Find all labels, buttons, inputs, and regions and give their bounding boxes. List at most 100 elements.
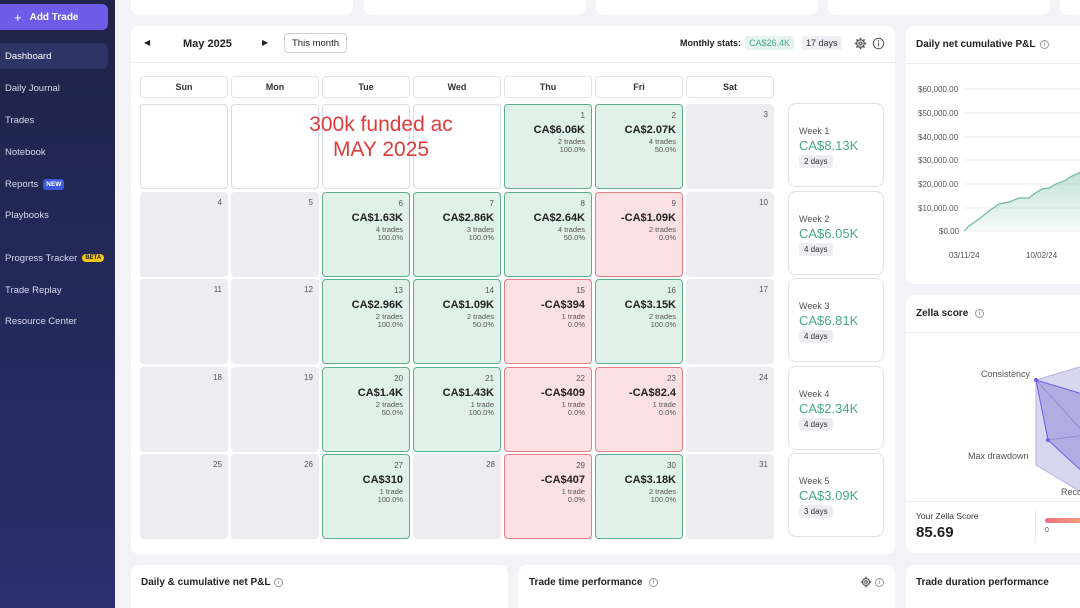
week-summary-card[interactable]: Week 3 CA$6.81K 4 days	[788, 278, 884, 362]
calendar-day-cell[interactable]: 15 -CA$394 1 trade 0.0%	[504, 279, 592, 364]
day-number: 31	[759, 460, 768, 469]
calendar-day-cell[interactable]: 18	[140, 366, 228, 452]
calendar-day-cell[interactable]: 9 -CA$1.09K 2 trades 0.0%	[595, 191, 683, 277]
day-win-rate: 100.0%	[377, 320, 403, 329]
calendar-day-cell[interactable]: 25	[140, 454, 228, 539]
day-win-rate: 0.0%	[658, 232, 676, 242]
sidebar-item-progress-tracker[interactable]: Progress Tracker BETA	[0, 245, 108, 271]
calendar-day-cell[interactable]: 31	[686, 454, 774, 539]
calendar-day-cell[interactable]: 1 CA$6.06K 2 trades 100.0%	[504, 104, 592, 189]
calendar-day-cell[interactable]: 26	[231, 454, 319, 539]
trade-duration-performance-panel: Trade duration performance	[906, 565, 1080, 608]
gear-icon[interactable]	[854, 37, 867, 50]
calendar-day-cell[interactable]: 14 CA$1.09K 2 trades 50.0%	[413, 279, 501, 364]
calendar-day-cell[interactable]: 11	[140, 279, 228, 364]
day-win-rate: 100.0%	[377, 232, 403, 242]
sidebar-item-dashboard[interactable]: Dashboard	[0, 43, 108, 69]
calendar-day-cell[interactable]: 13 CA$2.96K 2 trades 100.0%	[322, 279, 410, 364]
day-number: 12	[304, 285, 313, 294]
calendar-day-cell[interactable]: 22 -CA$409 1 trade 0.0%	[504, 366, 592, 452]
sidebar-item-trades[interactable]: Trades	[0, 107, 108, 133]
new-badge: NEW	[43, 178, 65, 190]
sidebar-item-resource-center[interactable]: Resource Center	[0, 308, 108, 334]
info-icon[interactable]	[872, 37, 885, 50]
info-icon[interactable]: i	[1040, 40, 1049, 49]
calendar-day-cell[interactable]: 19	[231, 366, 319, 452]
week-summary-card[interactable]: Week 1 CA$8.13K 2 days	[788, 103, 884, 187]
add-trade-button[interactable]: + Add Trade	[0, 4, 108, 30]
sidebar-item-notebook[interactable]: Notebook	[0, 139, 108, 165]
week-pnl: CA$8.13K	[799, 138, 859, 153]
calendar-day-cell[interactable]: 29 -CA$407 1 trade 0.0%	[504, 454, 592, 539]
day-number: 18	[213, 372, 222, 382]
next-month-icon[interactable]: ▶	[262, 38, 268, 47]
day-win-rate: 0.0%	[658, 407, 676, 417]
day-number: 25	[213, 460, 222, 469]
week-summary-card[interactable]: Week 5 CA$3.09K 3 days	[788, 453, 884, 537]
monthly-stats-days: 17 days	[802, 36, 842, 50]
day-pnl: CA$2.64K	[533, 211, 585, 224]
trade-time-performance-panel: Trade time performance i i	[518, 565, 895, 608]
calendar-day-cell[interactable]: 23 -CA$82.4 1 trade 0.0%	[595, 366, 683, 452]
calendar-day-cell[interactable]: 20 CA$1.4K 2 trades 50.0%	[322, 366, 410, 452]
week-pnl: CA$2.34K	[799, 400, 859, 416]
prev-month-icon[interactable]: ◀	[144, 38, 150, 47]
stat-card	[131, 0, 353, 15]
week-summary-card[interactable]: Week 4 CA$2.34K 4 days	[788, 365, 884, 450]
day-number: 2	[671, 111, 676, 120]
calendar-day-cell[interactable]: 8 CA$2.64K 4 trades 50.0%	[504, 191, 592, 277]
weekday-header: Sat	[686, 76, 774, 98]
weekday-header: Thu	[504, 76, 592, 98]
calendar-day-cell[interactable]: 30 CA$3.18K 2 trades 100.0%	[595, 454, 683, 539]
week-days-badge: 4 days	[799, 417, 833, 431]
info-icon[interactable]: i	[975, 309, 984, 318]
calendar-day-cell[interactable]: 6 CA$1.63K 4 trades 100.0%	[322, 191, 410, 277]
week-pnl: CA$3.09K	[799, 488, 859, 503]
sidebar-item-label: Notebook	[5, 146, 46, 158]
calendar-day-cell[interactable]: 21 CA$1.43K 1 trade 100.0%	[413, 366, 501, 452]
weekday-header: Mon	[231, 76, 319, 98]
day-pnl: -CA$407	[540, 474, 585, 486]
calendar-day-cell[interactable]: 3	[686, 104, 774, 189]
sidebar-item-reports[interactable]: Reports NEW	[0, 171, 108, 197]
panel-title: Zella score	[916, 308, 969, 319]
info-icon[interactable]: i	[274, 578, 283, 587]
overlay-line-2: MAY 2025	[332, 138, 430, 161]
day-number: 3	[763, 110, 768, 119]
score-scale-bar	[1045, 518, 1080, 523]
calendar-day-cell[interactable]: 28	[413, 454, 501, 539]
calendar-day-cell[interactable]: 5	[231, 191, 319, 277]
sidebar-item-playbooks[interactable]: Playbooks	[0, 202, 108, 228]
sidebar-item-daily-journal[interactable]: Daily Journal	[0, 75, 108, 101]
this-month-button[interactable]: This month	[284, 33, 347, 53]
day-pnl: -CA$1.09K	[620, 211, 676, 224]
day-number: 7	[489, 198, 494, 208]
calendar-day-cell[interactable]: 4	[140, 191, 228, 277]
zella-score-label: Your Zella Score	[916, 511, 979, 521]
weekday-header: Fri	[595, 76, 683, 98]
y-tick: $50,000.00	[918, 109, 959, 118]
calendar-day-cell[interactable]: 2 CA$2.07K 4 trades 50.0%	[595, 104, 683, 189]
day-number: 13	[394, 286, 403, 295]
week-label: Week 1	[799, 126, 830, 136]
calendar-day-cell[interactable]: 10	[686, 191, 774, 277]
panel-title: Daily & cumulative net P&L	[141, 577, 271, 588]
calendar-day-cell[interactable]: 24	[686, 366, 774, 452]
info-icon[interactable]: i	[649, 578, 658, 587]
divider	[906, 332, 1080, 333]
calendar-day-cell[interactable]: 12	[231, 279, 319, 364]
zella-score-panel: Zella score i Consistency Max drawdown R…	[906, 295, 1080, 553]
y-tick: $10,000.00	[918, 204, 959, 213]
beta-badge: BETA	[82, 254, 105, 262]
calendar-day-cell[interactable]: 17	[686, 279, 774, 364]
gear-icon[interactable]	[860, 576, 872, 588]
day-win-rate: 50.0%	[472, 320, 494, 329]
calendar-day-cell[interactable]: 27 CA$310 1 trade 100.0%	[322, 454, 410, 539]
week-summary-card[interactable]: Week 2 CA$6.05K 4 days	[788, 190, 884, 275]
cumulative-pnl-panel: Daily net cumulative P&L i $60,000.00 $5…	[906, 26, 1080, 284]
day-pnl: CA$2.86K	[442, 211, 494, 224]
calendar-day-cell[interactable]: 7 CA$2.86K 3 trades 100.0%	[413, 191, 501, 277]
info-icon[interactable]: i	[875, 578, 884, 587]
sidebar-item-trade-replay[interactable]: Trade Replay	[0, 277, 108, 303]
calendar-day-cell[interactable]: 16 CA$3.15K 2 trades 100.0%	[595, 279, 683, 364]
